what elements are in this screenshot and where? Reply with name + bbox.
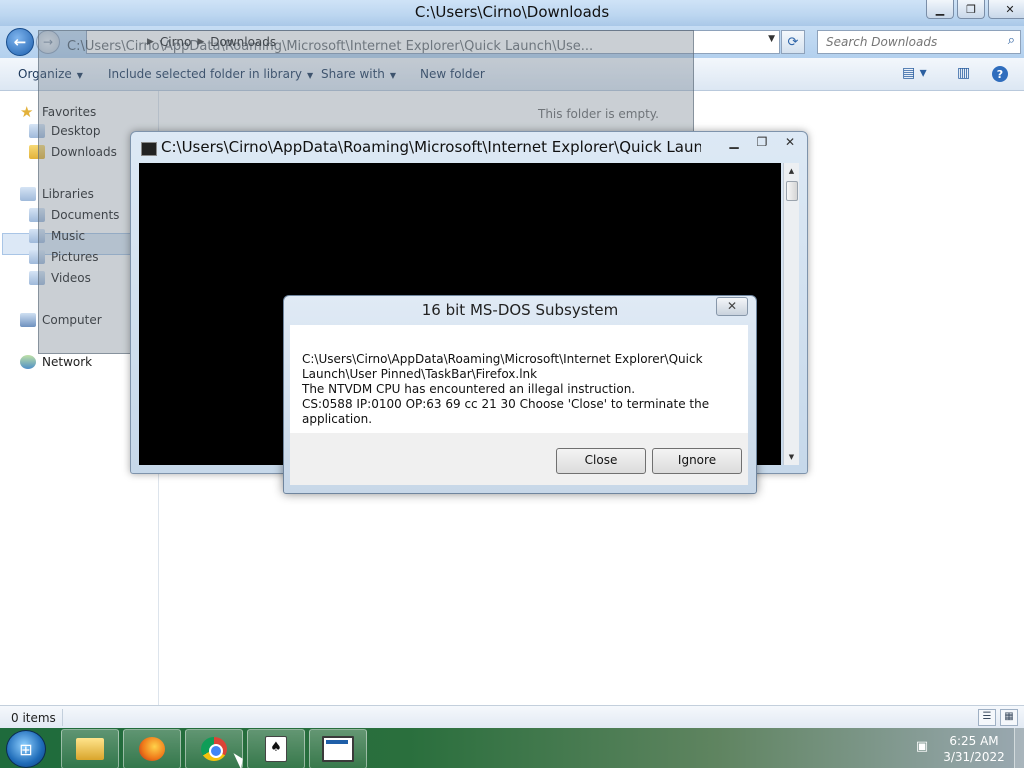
taskbar-explorer[interactable] [61, 729, 119, 769]
help-icon[interactable]: ? [992, 66, 1008, 82]
refresh-button[interactable]: ⟳ [781, 30, 805, 54]
solitaire-icon: ♠ [265, 736, 287, 762]
network-tray-icon[interactable]: ▣ [914, 739, 930, 755]
taskbar-firefox[interactable] [123, 729, 181, 769]
dialog-line: Launch\User Pinned\TaskBar\Firefox.lnk [302, 367, 538, 381]
console-maximize-button[interactable]: ❐ [751, 135, 773, 149]
libraries-icon [20, 187, 36, 201]
dialog-close-button[interactable]: ✕ [716, 297, 748, 316]
dialog-message-area: C:\Users\Cirno\AppData\Roaming\Microsoft… [290, 325, 748, 433]
window-title: C:\Users\Cirno\Downloads [414, 3, 610, 21]
minimize-button[interactable]: ▁ [926, 0, 954, 19]
close-button[interactable]: Close [556, 448, 646, 474]
nav-network[interactable]: Network [20, 355, 92, 369]
taskbar: ⊞ ♠ [0, 728, 1024, 769]
firefox-icon [139, 737, 165, 761]
status-divider [62, 709, 63, 726]
dialog-line: C:\Users\Cirno\AppData\Roaming\Microsoft… [302, 352, 703, 366]
console-close-button[interactable]: ✕ [779, 135, 801, 149]
dialog-line: CS:0588 IP:0100 OP:63 69 cc 21 30 Choose… [302, 397, 710, 426]
large-icons-view-icon[interactable]: ▦ [1000, 709, 1018, 726]
star-icon: ★ [20, 103, 34, 121]
clock-time: 6:25 AM [949, 734, 999, 748]
chrome-icon [201, 737, 227, 761]
show-desktop-button[interactable] [1014, 728, 1024, 768]
search-icon[interactable]: ⌕ [1008, 33, 1015, 48]
explorer-title-bar: C:\Users\Cirno\Downloads ▁ ❐ ✕ [0, 0, 1024, 26]
computer-icon [20, 313, 36, 327]
window-controls: ▁ ❐ ✕ [926, 0, 1024, 19]
search-box[interactable]: ⌕ [817, 30, 1021, 54]
taskbar-console[interactable] [309, 729, 367, 769]
windows-explorer-icon [76, 738, 104, 760]
clock-date: 3/31/2022 [943, 750, 1005, 764]
console-scrollbar[interactable]: ▲ ▼ [783, 163, 799, 465]
ghost-window-title: C:\Users\Cirno\AppData\Roaming\Microsoft… [67, 39, 594, 54]
status-bar: 0 items ☰ ▦ [0, 705, 1024, 729]
details-view-icon[interactable]: ☰ [978, 709, 996, 726]
taskbar-solitaire[interactable]: ♠ [247, 729, 305, 769]
console-title: C:\Users\Cirno\AppData\Roaming\Microsoft… [161, 138, 701, 156]
item-count: 0 items [11, 711, 56, 725]
scroll-thumb[interactable] [786, 181, 798, 201]
scroll-up-icon[interactable]: ▲ [784, 167, 799, 175]
chevron-down-icon[interactable]: ▼ [768, 34, 775, 44]
start-button[interactable]: ⊞ [6, 730, 46, 768]
console-window-icon [322, 736, 354, 762]
close-button[interactable]: ✕ [988, 0, 1024, 19]
dialog-message: C:\Users\Cirno\AppData\Roaming\Microsoft… [302, 352, 748, 427]
scroll-down-icon[interactable]: ▼ [784, 453, 799, 461]
dialog-title: 16 bit MS-DOS Subsystem [421, 301, 619, 319]
dialog-footer: Close Ignore [290, 433, 748, 485]
change-view-icon[interactable]: ▤ ▾ [902, 65, 927, 81]
search-input[interactable] [824, 31, 998, 53]
clock[interactable]: 6:25 AM 3/31/2022 [938, 733, 1010, 765]
console-minimize-button[interactable]: ▁ [723, 135, 745, 149]
dialog-line: The NTVDM CPU has encountered an illegal… [302, 382, 636, 396]
back-button[interactable]: ← [6, 28, 34, 56]
console-icon [141, 142, 157, 156]
taskbar-chrome[interactable] [185, 729, 243, 769]
ntvdm-error-dialog: 16 bit MS-DOS Subsystem ✕ C:\Users\Cirno… [283, 295, 757, 494]
maximize-button[interactable]: ❐ [957, 0, 985, 19]
console-window-controls: ▁ ❐ ✕ [723, 135, 801, 149]
network-icon [20, 355, 36, 369]
ignore-button[interactable]: Ignore [652, 448, 742, 474]
preview-pane-icon[interactable]: ▥ [957, 65, 970, 81]
